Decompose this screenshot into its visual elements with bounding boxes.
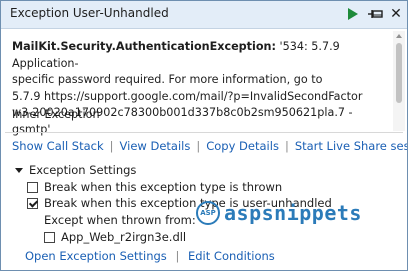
break-thrown-checkbox[interactable]: [27, 181, 38, 193]
play-icon[interactable]: [346, 6, 360, 22]
aspsnippets-watermark: ASP aspsnippets: [196, 201, 362, 225]
module-label: App_Web_r2irgn3e.dll: [61, 230, 187, 244]
window-title: Exception User-Unhandled: [10, 6, 169, 20]
copy-details-link[interactable]: Copy Details: [206, 139, 279, 153]
edit-conditions-link[interactable]: Edit Conditions: [188, 249, 275, 263]
break-thrown-label: Break when this exception type is thrown: [44, 180, 283, 194]
title-bar: Exception User-Unhandled ✕: [1, 1, 407, 29]
view-details-link[interactable]: View Details: [120, 139, 191, 153]
scroll-up-arrow-icon[interactable]: [396, 34, 402, 38]
link-separator: |: [196, 139, 201, 153]
watermark-text: aspsnippets: [224, 201, 362, 225]
exception-dialog: Exception User-Unhandled ✕ MailKit.Secur…: [0, 0, 408, 271]
pin-icon[interactable]: [368, 6, 384, 22]
watermark-logo-icon: ASP: [196, 201, 220, 225]
break-user-unhandled-checkbox[interactable]: [27, 197, 38, 209]
footer-separator: |: [175, 249, 180, 263]
inner-exception-label: Inner Exception: [12, 108, 100, 121]
exception-message-part3: 5.7.9 https://support.google.com/mail/?p…: [12, 89, 363, 103]
action-links: Show Call Stack | View Details | Copy De…: [12, 139, 407, 153]
exception-type: MailKit.Security.AuthenticationException…: [12, 40, 276, 53]
module-checkbox[interactable]: [44, 231, 55, 243]
divider: [5, 132, 403, 133]
live-share-link[interactable]: Start Live Share session: [295, 139, 407, 153]
footer-links: Open Exception Settings | Edit Condition…: [25, 249, 275, 263]
exception-message-part2: specific password required. For more inf…: [12, 73, 323, 86]
exception-settings-header[interactable]: Exception Settings: [15, 163, 136, 177]
inner-exception-preview: ▁▁▁▁▁▁▁▁ ▁▁▁▁▁▁▁▁▁▁ ▁▁▁▁▁▁▁▁▁▁▁▁ ▁▁ ▁▁▁: [12, 123, 323, 131]
close-icon[interactable]: ✕: [389, 6, 403, 22]
link-separator: |: [284, 139, 289, 153]
link-separator: |: [109, 139, 114, 153]
except-when-label: Except when thrown from:: [44, 213, 196, 227]
exception-settings-heading: Exception Settings: [29, 163, 137, 177]
show-call-stack-link[interactable]: Show Call Stack: [12, 139, 104, 153]
break-thrown-option[interactable]: Break when this exception type is thrown: [27, 180, 282, 194]
open-exception-settings-link[interactable]: Open Exception Settings: [25, 249, 167, 263]
scrollbar-thumb[interactable]: [396, 43, 402, 103]
module-option[interactable]: App_Web_r2irgn3e.dll: [44, 230, 186, 244]
collapse-triangle-icon[interactable]: [15, 167, 23, 173]
